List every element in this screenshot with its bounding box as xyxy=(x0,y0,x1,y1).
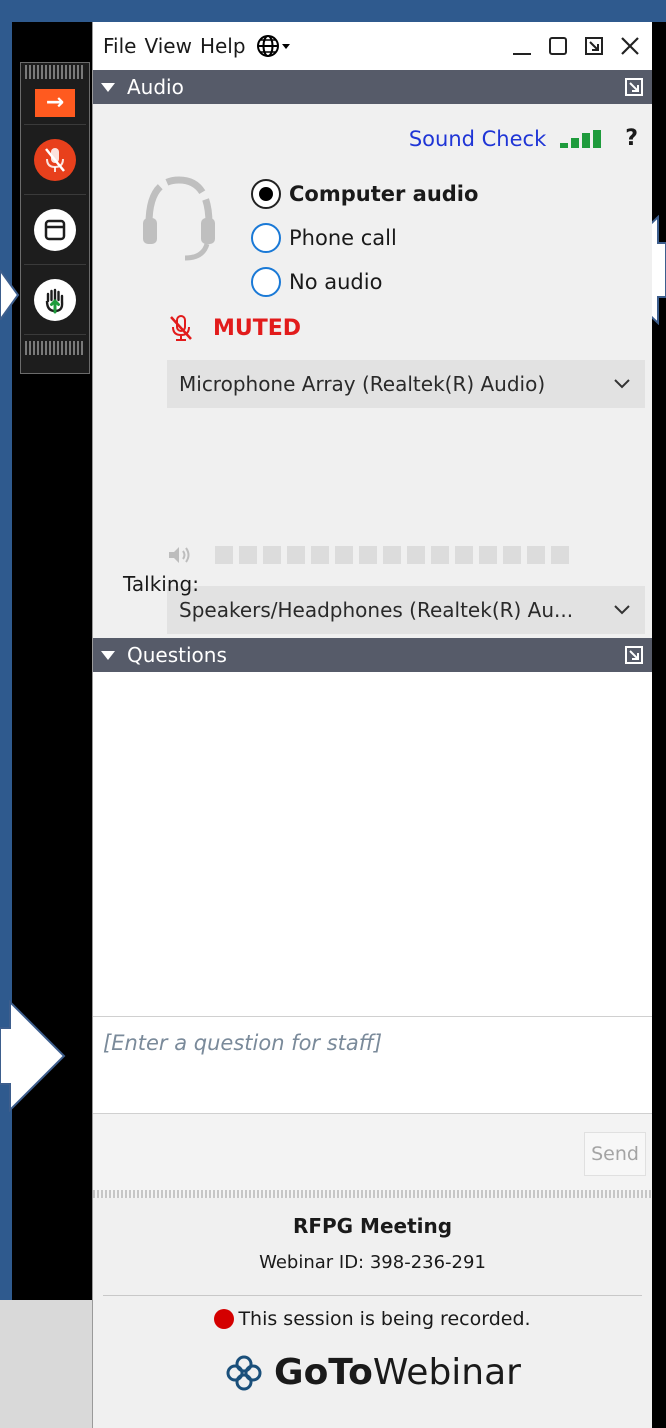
speaker-level-row xyxy=(167,544,569,566)
expand-panel-button[interactable]: → xyxy=(24,81,86,125)
window-controls xyxy=(510,34,642,58)
background-top-band xyxy=(0,0,666,22)
option-no-audio[interactable]: No audio xyxy=(251,260,478,304)
menu-file[interactable]: File xyxy=(103,34,136,58)
drag-grip[interactable] xyxy=(25,65,85,79)
chevron-down-icon xyxy=(614,379,630,389)
question-input[interactable] xyxy=(103,1031,642,1055)
questions-section-header[interactable]: Questions xyxy=(93,638,652,672)
language-menu[interactable] xyxy=(256,33,292,59)
radio-button[interactable] xyxy=(251,223,281,253)
recording-notice: This session is being recorded. xyxy=(93,1308,652,1330)
footer-divider xyxy=(103,1295,642,1296)
radio-button-selected[interactable] xyxy=(251,179,281,209)
callout-arrow-right-pointing-icon xyxy=(0,1000,66,1112)
audio-options: Computer audio Phone call No audio xyxy=(251,172,478,304)
raise-hand-button[interactable] xyxy=(24,265,86,335)
webinar-control-panel: File View Help Audio Sound Check ? Compu… xyxy=(92,22,652,1428)
globe-icon xyxy=(256,35,290,57)
window-icon xyxy=(34,208,76,251)
send-bar: Send xyxy=(93,1114,652,1190)
sound-check-row: Sound Check ? xyxy=(409,126,638,151)
microphone-muted-icon[interactable] xyxy=(169,314,193,342)
speaker-device-value: Speakers/Headphones (Realtek(R) Au... xyxy=(179,598,574,622)
close-icon[interactable] xyxy=(618,34,642,58)
arrow-right-icon: → xyxy=(35,88,75,117)
signal-bars-icon xyxy=(560,129,602,148)
flower-logo-icon xyxy=(226,1355,262,1390)
drag-grip-bottom[interactable] xyxy=(25,341,85,355)
talking-label: Talking: xyxy=(123,572,199,596)
questions-log xyxy=(93,672,652,1016)
speaker-select[interactable]: Speakers/Headphones (Realtek(R) Au... xyxy=(167,586,645,634)
pop-out-icon[interactable] xyxy=(582,34,606,58)
recording-text: This session is being recorded. xyxy=(238,1308,531,1330)
option-computer-audio[interactable]: Computer audio xyxy=(251,172,478,216)
audio-section-header[interactable]: Audio xyxy=(93,70,652,104)
pop-out-icon[interactable] xyxy=(624,77,644,97)
webinar-id: Webinar ID: 398-236-291 xyxy=(259,1252,486,1273)
microphone-muted-icon xyxy=(34,138,76,181)
audio-panel: Sound Check ? Computer audio Phone call xyxy=(93,104,652,638)
pop-out-icon[interactable] xyxy=(624,645,644,665)
screen-toggle-button[interactable] xyxy=(24,195,86,265)
option-phone-call[interactable]: Phone call xyxy=(251,216,478,260)
gotowebinar-logo: GoToWebinar xyxy=(93,1352,652,1393)
audio-section-title: Audio xyxy=(127,75,184,99)
background-bottom-left xyxy=(0,1300,92,1428)
menu-view[interactable]: View xyxy=(144,34,191,58)
collapse-triangle-icon xyxy=(101,650,115,660)
session-footer: RFPG Meeting Webinar ID: 398-236-291 Thi… xyxy=(93,1198,652,1428)
speaker-volume-icon xyxy=(169,547,190,563)
raise-hand-icon xyxy=(34,278,76,321)
brand-bold-text: GoTo xyxy=(274,1352,373,1393)
brand-regular-text: Webinar xyxy=(372,1352,521,1393)
help-button[interactable]: ? xyxy=(625,126,638,151)
resize-grip[interactable] xyxy=(93,1190,652,1198)
maximize-icon[interactable] xyxy=(546,34,570,58)
chevron-down-icon xyxy=(614,605,630,615)
questions-section-title: Questions xyxy=(127,643,227,667)
control-panel-toolbar: → xyxy=(20,62,90,374)
sound-check-link[interactable]: Sound Check xyxy=(409,127,546,151)
headset-icon xyxy=(143,176,215,261)
speaker-level-meter xyxy=(215,546,569,564)
option-label: No audio xyxy=(289,270,383,294)
mute-status: MUTED xyxy=(169,314,301,342)
meeting-name: RFPG Meeting xyxy=(292,1214,453,1238)
radio-button[interactable] xyxy=(251,267,281,297)
minimize-icon[interactable] xyxy=(510,34,534,58)
menu-help[interactable]: Help xyxy=(200,34,246,58)
option-label: Phone call xyxy=(289,226,397,250)
collapse-triangle-icon xyxy=(101,82,115,92)
microphone-select[interactable]: Microphone Array (Realtek(R) Audio) xyxy=(167,360,645,408)
question-input-box xyxy=(93,1016,652,1114)
option-label: Computer audio xyxy=(289,182,479,206)
mute-button[interactable] xyxy=(24,125,86,195)
muted-label: MUTED xyxy=(213,315,302,341)
callout-arrow-tip-icon xyxy=(0,270,20,320)
menu-bar: File View Help xyxy=(93,22,652,70)
send-button[interactable]: Send xyxy=(584,1132,646,1176)
microphone-device-value: Microphone Array (Realtek(R) Audio) xyxy=(179,372,546,396)
recording-dot-icon xyxy=(214,1309,235,1329)
